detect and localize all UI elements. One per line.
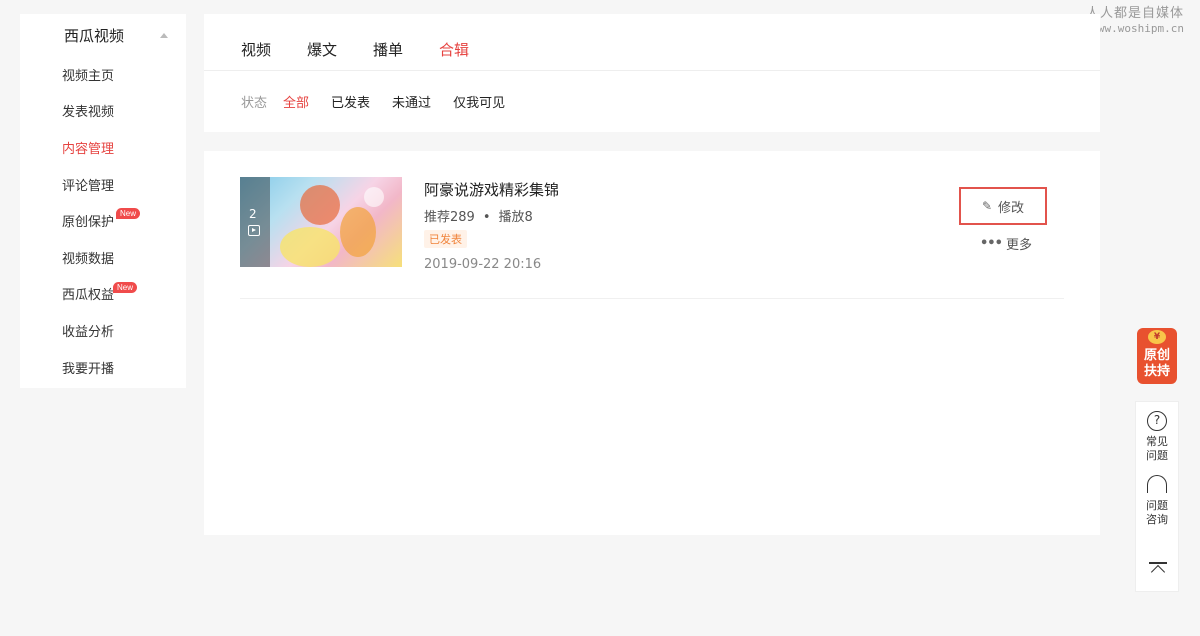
sidebar-title: 西瓜视频	[64, 26, 125, 45]
pencil-icon: ✎	[981, 199, 993, 213]
tabs-filter-card: 视频 爆文 播单 合辑 状态 全部 已发表 未通过 仅我可见	[204, 14, 1100, 132]
headset-icon	[1147, 475, 1167, 493]
more-button[interactable]: ••• 更多	[980, 234, 1032, 253]
collection-stats: 推荐289 • 播放8	[424, 206, 533, 225]
sidebar-item-label: 视频数据	[62, 251, 115, 267]
question-icon: ?	[1147, 411, 1167, 431]
tab-video[interactable]: 视频	[241, 39, 271, 70]
faq-button[interactable]: ? 常见 问题	[1136, 411, 1178, 463]
filter-private[interactable]: 仅我可见	[453, 92, 505, 111]
more-dots-icon: •••	[980, 236, 1003, 251]
back-to-top-button[interactable]	[1149, 562, 1167, 580]
consult-label-line2: 咨询	[1146, 513, 1168, 526]
faq-label-line2: 问题	[1146, 449, 1168, 462]
sidebar-item-label: 西瓜权益	[62, 288, 115, 304]
content-list-card: 2 阿豪说游戏精彩集锦 推荐289 • 播放8 已发表 2019-09-22 20:…	[204, 151, 1100, 535]
promo-text-line2: 扶持	[1143, 364, 1170, 379]
faq-label-line1: 常见	[1146, 435, 1168, 448]
thumbnail-art	[340, 207, 376, 257]
sidebar-item-content-management[interactable]: 内容管理	[20, 129, 186, 166]
thumbnail-art	[280, 227, 340, 267]
consult-label-line1: 问题	[1146, 499, 1168, 512]
video-stack-icon	[248, 225, 260, 236]
filter-rejected[interactable]: 未通过	[392, 92, 431, 111]
sidebar-item-xigua-rights[interactable]: 西瓜权益 New	[20, 276, 186, 313]
sidebar-item-publish-video[interactable]: 发表视频	[20, 93, 186, 130]
sidebar-item-label: 视频主页	[62, 68, 115, 84]
consult-button[interactable]: 问题 咨询	[1136, 475, 1178, 527]
sidebar-item-label: 我要开播	[62, 361, 115, 377]
coin-icon: ¥	[1148, 330, 1166, 344]
sidebar-item-revenue-analysis[interactable]: 收益分析	[20, 312, 186, 349]
help-panel: ? 常见 问题 问题 咨询	[1135, 401, 1179, 592]
watermark-en: www.woshipm.cn	[1091, 21, 1184, 35]
sidebar-item-video-data[interactable]: 视频数据	[20, 239, 186, 276]
collapse-caret-icon[interactable]	[160, 32, 168, 38]
sidebar-item-label: 原创保护	[62, 215, 115, 231]
watermark: 人人都是自媒体 www.woshipm.cn	[1086, 6, 1184, 35]
thumbnail-overlay	[240, 177, 270, 267]
publish-time: 2019-09-22 20:16	[424, 257, 542, 272]
sidebar-item-go-live[interactable]: 我要开播	[20, 349, 186, 386]
promo-text-line1: 原创	[1143, 348, 1170, 363]
tab-playlist[interactable]: 播单	[373, 39, 403, 70]
collection-thumbnail[interactable]: 2	[240, 177, 402, 267]
sidebar: 西瓜视频 视频主页 发表视频 内容管理 评论管理 原创保护 New 视频数据 西…	[20, 14, 186, 388]
sidebar-item-original-protection[interactable]: 原创保护 New	[20, 202, 186, 239]
back-to-top-icon	[1149, 562, 1167, 564]
thumbnail-art	[364, 187, 384, 207]
collection-title[interactable]: 阿豪说游戏精彩集锦	[424, 179, 559, 200]
tab-article[interactable]: 爆文	[307, 39, 337, 70]
separator-dot: •	[482, 210, 491, 225]
collection-count: 2	[249, 207, 257, 221]
sidebar-header[interactable]: 西瓜视频	[20, 14, 186, 56]
recommend-count: 推荐289	[424, 210, 475, 225]
sidebar-item-label: 收益分析	[62, 324, 115, 340]
list-item: 2 阿豪说游戏精彩集锦 推荐289 • 播放8 已发表 2019-09-22 20:…	[240, 177, 1064, 299]
sidebar-item-label: 发表视频	[62, 105, 115, 121]
more-button-label: 更多	[1005, 238, 1032, 253]
new-badge: New	[116, 208, 141, 220]
sidebar-item-label: 内容管理	[62, 141, 115, 157]
sidebar-item-video-home[interactable]: 视频主页	[20, 56, 186, 93]
watermark-cn: 人人都是自媒体	[1085, 6, 1184, 21]
play-count: 播放8	[498, 210, 533, 225]
edit-button[interactable]: ✎ 修改	[959, 187, 1047, 225]
content-tabs: 视频 爆文 播单 合辑	[204, 14, 1100, 71]
new-badge: New	[113, 281, 138, 293]
edit-button-label: 修改	[998, 200, 1025, 216]
status-filter-label: 状态	[241, 95, 268, 111]
thumbnail-art	[300, 185, 340, 225]
status-badge: 已发表	[424, 230, 467, 248]
original-support-promo[interactable]: ¥ 原创 扶持	[1137, 328, 1177, 384]
sidebar-item-label: 评论管理	[62, 178, 115, 194]
chevron-up-icon	[1150, 564, 1166, 580]
filter-published[interactable]: 已发表	[331, 92, 370, 111]
status-filters: 状态 全部 已发表 未通过 仅我可见	[204, 71, 1100, 131]
tab-collection[interactable]: 合辑	[439, 39, 469, 70]
filter-all[interactable]: 全部	[283, 92, 309, 111]
sidebar-item-comment-management[interactable]: 评论管理	[20, 166, 186, 203]
